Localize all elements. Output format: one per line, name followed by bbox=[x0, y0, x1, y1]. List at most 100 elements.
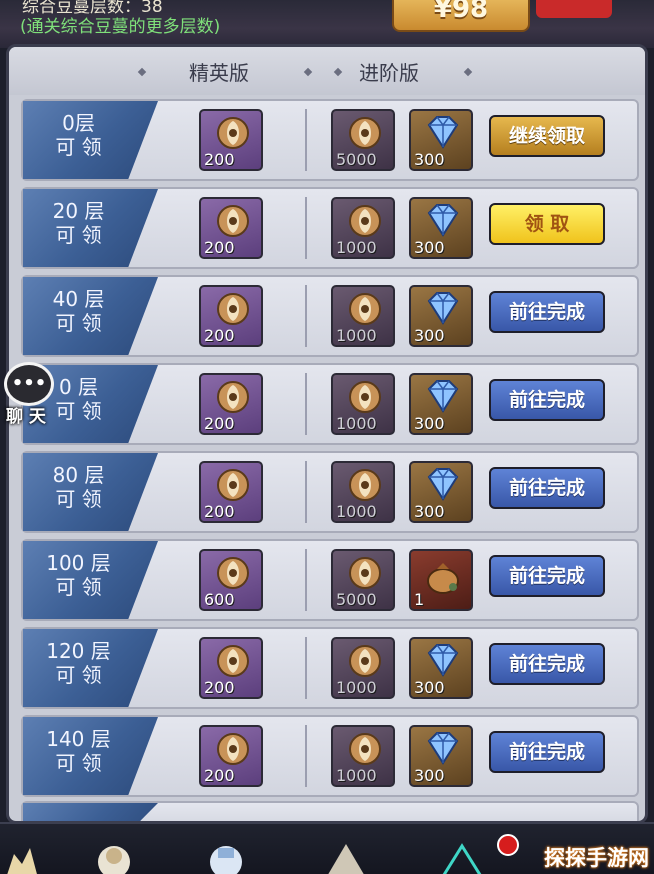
elite-reward-item[interactable]: 200 bbox=[199, 461, 263, 523]
diamond-icon bbox=[427, 468, 459, 501]
elite-reward-item[interactable]: 200 bbox=[199, 725, 263, 787]
reward-row: 0层可 领 200 5000 300 继续领取 bbox=[21, 99, 639, 181]
reward-row: 40 层可 领 200 1000 300 前往完成 bbox=[21, 275, 639, 357]
diamond-icon bbox=[427, 204, 459, 237]
reward-row: 140 层可 领 200 1000 300 前往完成 bbox=[21, 715, 639, 797]
bean-icon bbox=[349, 293, 381, 325]
diamond-icon bbox=[427, 644, 459, 677]
top-banner: 综合豆蔓层数：38 (通关综合豆蔓的更多层数) ¥98 bbox=[0, 0, 654, 48]
column-divider bbox=[305, 637, 307, 699]
column-divider bbox=[305, 549, 307, 611]
bean-icon bbox=[349, 645, 381, 677]
advanced-reward-item[interactable]: 300 bbox=[409, 197, 473, 259]
level-label: 80 层 bbox=[52, 463, 105, 487]
reward-row: 20 层可 领 200 1000 300 领 取 bbox=[21, 187, 639, 269]
advanced-reward-item[interactable]: 1000 bbox=[331, 197, 395, 259]
reward-row: 120 层可 领 200 1000 300 前往完成 bbox=[21, 627, 639, 709]
elite-reward-item[interactable]: 200 bbox=[199, 197, 263, 259]
character-icon[interactable] bbox=[198, 838, 254, 874]
bean-icon bbox=[217, 117, 249, 149]
character-icon[interactable] bbox=[0, 838, 56, 874]
notification-dot bbox=[497, 834, 519, 856]
advanced-reward-item[interactable]: 1000 bbox=[331, 637, 395, 699]
item-quantity: 200 bbox=[204, 414, 235, 433]
level-tab: 80 层可 领 bbox=[23, 453, 158, 531]
reward-panel: 精英版 进阶版 0层可 领 200 5000 300 继续领取 20 层可 领 200 100… bbox=[6, 44, 648, 824]
advanced-reward-item[interactable]: 1000 bbox=[331, 285, 395, 347]
more-levels-link[interactable]: (通关综合豆蔓的更多层数) bbox=[20, 12, 220, 37]
row-action-button[interactable]: 前往完成 bbox=[489, 555, 605, 597]
row-action-button[interactable]: 前往完成 bbox=[489, 467, 605, 509]
level-label: 120 层 bbox=[46, 639, 111, 663]
item-quantity: 200 bbox=[204, 326, 235, 345]
bean-icon bbox=[349, 733, 381, 765]
bean-icon bbox=[217, 293, 249, 325]
advanced-reward-item[interactable]: 1000 bbox=[331, 725, 395, 787]
column-header: 精英版 进阶版 bbox=[9, 47, 645, 95]
item-quantity: 1000 bbox=[336, 238, 377, 257]
bean-icon bbox=[217, 469, 249, 501]
row-action-button[interactable]: 继续领取 bbox=[489, 115, 605, 157]
bean-icon bbox=[349, 205, 381, 237]
elite-reward-item[interactable]: 200 bbox=[199, 373, 263, 435]
advanced-reward-item[interactable]: 300 bbox=[409, 461, 473, 523]
advanced-reward-item[interactable]: 1 bbox=[409, 549, 473, 611]
item-quantity: 1 bbox=[414, 590, 425, 609]
advanced-reward-item[interactable]: 5000 bbox=[331, 549, 395, 611]
item-quantity: 5000 bbox=[336, 590, 377, 609]
chat-label: 聊 天 bbox=[6, 407, 46, 427]
elite-reward-item[interactable]: 600 bbox=[199, 549, 263, 611]
level-label: 100 层 bbox=[46, 551, 111, 575]
row-action-button[interactable]: 领 取 bbox=[489, 203, 605, 245]
bean-icon bbox=[217, 557, 249, 589]
item-quantity: 1000 bbox=[336, 326, 377, 345]
advanced-reward-item[interactable]: 1000 bbox=[331, 373, 395, 435]
watermark-text: 探探手游网 bbox=[544, 846, 649, 870]
advanced-reward-item[interactable]: 300 bbox=[409, 109, 473, 171]
diamond-icon bbox=[427, 116, 459, 149]
item-quantity: 300 bbox=[414, 150, 445, 169]
chat-button[interactable]: ••• 聊 天 bbox=[2, 362, 56, 427]
item-quantity: 300 bbox=[414, 326, 445, 345]
level-tab: 100 层可 领 bbox=[23, 541, 158, 619]
header-diamond-decor bbox=[463, 67, 473, 77]
claimable-label: 可 领 bbox=[55, 311, 102, 335]
price-button[interactable]: ¥98 bbox=[392, 0, 530, 32]
character-icon[interactable] bbox=[318, 838, 374, 874]
reward-row: 100 层可 领 600 5000 1 前往完成 bbox=[21, 539, 639, 621]
column-divider bbox=[305, 109, 307, 171]
item-quantity: 300 bbox=[414, 238, 445, 257]
row-action-button[interactable]: 前往完成 bbox=[489, 379, 605, 421]
reward-row: 80 层可 领 200 1000 300 前往完成 bbox=[21, 451, 639, 533]
row-action-button[interactable]: 前往完成 bbox=[489, 291, 605, 333]
elite-reward-item[interactable]: 200 bbox=[199, 109, 263, 171]
item-quantity: 1000 bbox=[336, 766, 377, 785]
advanced-reward-item[interactable]: 1000 bbox=[331, 461, 395, 523]
advanced-reward-item[interactable]: 300 bbox=[409, 725, 473, 787]
advanced-reward-item[interactable]: 300 bbox=[409, 285, 473, 347]
level-tab bbox=[23, 803, 158, 821]
advanced-reward-item[interactable]: 300 bbox=[409, 373, 473, 435]
column-divider bbox=[305, 197, 307, 259]
row-action-button[interactable]: 前往完成 bbox=[489, 643, 605, 685]
level-tab: 120 层可 领 bbox=[23, 629, 158, 707]
claimable-label: 可 领 bbox=[55, 663, 102, 687]
level-tab: 140 层可 领 bbox=[23, 717, 158, 795]
header-diamond-decor bbox=[137, 67, 147, 77]
claimable-label: 可 领 bbox=[55, 223, 102, 247]
reward-row: 0 层可 领 200 1000 300 前往完成 bbox=[21, 363, 639, 445]
red-tag bbox=[536, 0, 612, 18]
elite-reward-item[interactable]: 200 bbox=[199, 285, 263, 347]
character-icon[interactable] bbox=[86, 838, 142, 874]
bean-icon bbox=[349, 381, 381, 413]
level-label: 20 层 bbox=[52, 199, 105, 223]
diamond-icon bbox=[427, 292, 459, 325]
item-quantity: 200 bbox=[204, 150, 235, 169]
advanced-reward-item[interactable]: 300 bbox=[409, 637, 473, 699]
row-action-button[interactable]: 前往完成 bbox=[489, 731, 605, 773]
advanced-reward-item[interactable]: 5000 bbox=[331, 109, 395, 171]
item-quantity: 300 bbox=[414, 414, 445, 433]
character-icon[interactable] bbox=[434, 838, 490, 874]
elite-reward-item[interactable]: 200 bbox=[199, 637, 263, 699]
level-label: 40 层 bbox=[52, 287, 105, 311]
